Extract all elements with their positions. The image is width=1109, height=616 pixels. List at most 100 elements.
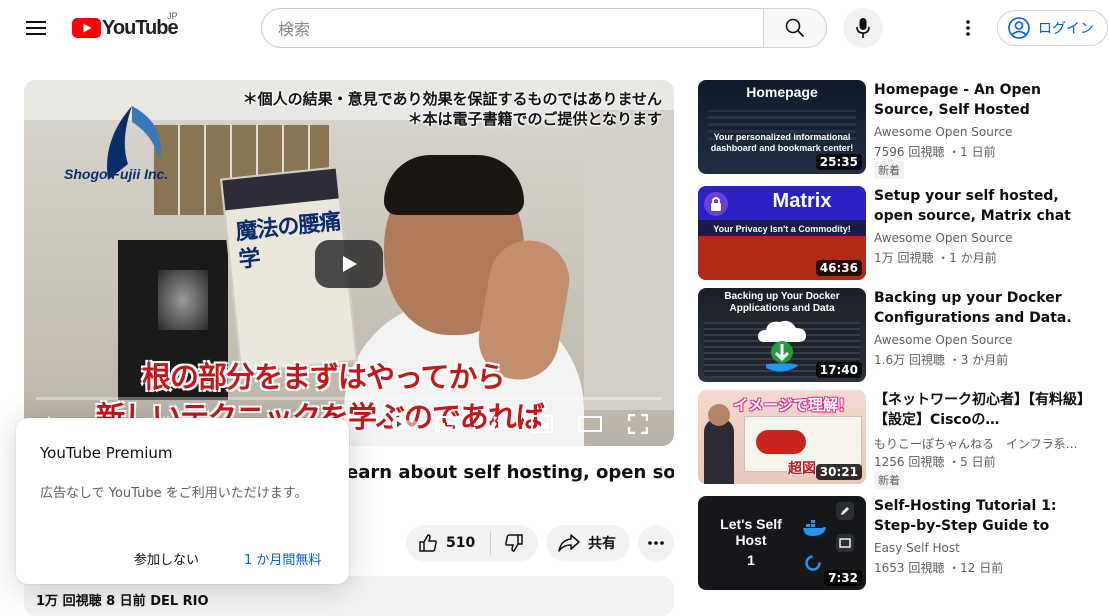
recommended-video[interactable]: Matrix Your Privacy Isn't a Commodity! 4… (698, 186, 1098, 280)
video-thumbnail[interactable]: イメージで理解！ 超図 30:21 (698, 390, 866, 484)
video-meta: 1万 回視聴 ・1 か月前 (874, 251, 997, 265)
settings-button[interactable] (480, 410, 508, 438)
large-play-button[interactable] (315, 240, 383, 288)
like-button[interactable]: 510 (406, 525, 490, 561)
thumb-title: Let's Self Host (720, 516, 782, 548)
popup-description: 広告なしで YouTube をご利用いただけます。 (40, 486, 308, 501)
share-button[interactable]: 共有 (546, 525, 630, 561)
autoplay-toggle[interactable] (390, 410, 418, 438)
guide-menu-button[interactable] (16, 8, 56, 48)
thumb-subtitle: 超図 (788, 460, 816, 476)
thumbs-up-icon (419, 534, 437, 552)
premium-promo-popup: YouTube Premium 広告なしで YouTube をご利用いただけます… (16, 418, 349, 584)
video-thumbnail[interactable]: Matrix Your Privacy Isn't a Commodity! 4… (698, 186, 866, 280)
more-horiz-icon (648, 541, 664, 545)
sign-in-button[interactable]: ログイン (997, 10, 1108, 46)
gear-icon (486, 416, 502, 432)
video-title[interactable]: Homepage - An Open Source, Self Hosted I… (874, 80, 1084, 120)
thumb-subtitle: Your personalized informational dashboar… (710, 132, 854, 153)
fullscreen-icon (628, 414, 648, 434)
share-icon (558, 534, 580, 552)
country-code: JP (167, 11, 178, 21)
hamburger-icon (26, 21, 46, 35)
channel-name[interactable]: Awesome Open Source (874, 125, 1012, 139)
share-label: 共有 (588, 536, 616, 552)
voice-search-button[interactable] (843, 8, 883, 48)
thumb-title: Matrix (772, 190, 832, 212)
video-duration: 25:35 (815, 154, 862, 170)
video-title[interactable]: Setup your self hosted, open source, Mat… (874, 186, 1084, 226)
video-title[interactable]: 【ネットワーク初心者】【有料級】【設定】Ciscoの… (874, 390, 1084, 430)
popup-dismiss-button[interactable]: 参加しない (134, 549, 199, 568)
lock-icon (704, 192, 728, 216)
new-badge: 新着 (874, 161, 904, 179)
account-circle-icon (1008, 17, 1030, 39)
video-duration: 46:36 (815, 260, 862, 276)
recommended-video[interactable]: Homepage Your personalized informational… (698, 80, 1098, 179)
subtitles-button[interactable] (432, 410, 460, 438)
miniplayer-button[interactable] (528, 410, 556, 438)
docker-whale-icon (803, 520, 826, 536)
video-title[interactable]: Backing up your Docker Configurations an… (874, 288, 1084, 328)
thumb-subtitle: 1 (747, 552, 755, 568)
channel-name[interactable]: もりこーぽちゃんねる インフラ系… (874, 435, 1078, 452)
video-title-text: earn about self hosting, open source, (346, 462, 674, 483)
terminal-icon (836, 534, 854, 552)
popup-title: YouTube Premium (40, 444, 173, 462)
sign-in-label: ログイン (1038, 21, 1094, 37)
video-duration: 17:40 (815, 362, 862, 378)
like-count: 510 (446, 535, 476, 551)
thumb-subtitle: Your Privacy Isn't a Commodity! (713, 224, 851, 234)
recommended-video[interactable]: Let's Self Host 1 7:32 Self-Hosting Tuto… (698, 496, 1098, 590)
like-dislike-group: 510 (406, 525, 538, 561)
video-thumbnail[interactable]: Let's Self Host 1 7:32 (698, 496, 866, 590)
more-actions-button[interactable] (638, 525, 674, 561)
recommended-video[interactable]: Backing up Your Docker Applications and … (698, 288, 1098, 382)
thumbs-down-icon (505, 534, 523, 552)
search-icon (785, 18, 805, 38)
popup-free-trial-button[interactable]: 1 か月間無料 (244, 549, 321, 568)
channel-name[interactable]: Awesome Open Source (874, 333, 1012, 347)
pencil-icon (836, 502, 854, 520)
video-title[interactable]: Self-Hosting Tutorial 1: Step-by-Step Gu… (874, 496, 1084, 536)
play-icon (343, 256, 357, 272)
video-thumbnail[interactable]: Homepage Your personalized informational… (698, 80, 866, 174)
video-duration: 7:32 (824, 570, 862, 586)
miniplayer-icon (531, 415, 553, 433)
autoplay-icon (391, 417, 417, 431)
masthead: YouTube JP 検索 ログイン (0, 0, 1109, 56)
search-button[interactable] (763, 8, 827, 48)
video-duration: 30:21 (815, 464, 862, 480)
scene-wall (584, 110, 674, 410)
scene-person-hair (384, 155, 524, 215)
dislike-button[interactable] (491, 533, 537, 553)
theater-icon (578, 416, 602, 432)
theater-mode-button[interactable] (576, 410, 604, 438)
youtube-play-logo-icon (72, 18, 101, 38)
youtube-logo[interactable]: YouTube (72, 16, 179, 40)
caption-line-1: 根の部分をまずはやってから (142, 360, 506, 394)
video-thumbnail[interactable]: Backing up Your Docker Applications and … (698, 288, 866, 382)
thumb-title: Homepage (746, 84, 818, 100)
company-name: Shogo Fujii Inc. (64, 166, 169, 182)
cloud-docker-icon (758, 320, 806, 372)
subtitles-icon (435, 416, 457, 432)
video-meta: 1653 回視聴 ・12 日前 (874, 561, 1004, 575)
disclaimer-line-1: ＊個人の結果・意見であり効果を保証するものではありません (242, 90, 662, 108)
video-meta: 1.6万 回視聴 ・3 か月前 (874, 353, 1009, 367)
channel-name[interactable]: Awesome Open Source (874, 231, 1012, 245)
new-badge: 新着 (874, 471, 904, 489)
disclaimer-line-2: ＊本は電子書籍でのご提供となります (407, 110, 662, 128)
microphone-icon (856, 18, 870, 38)
channel-name[interactable]: Easy Self Host (874, 541, 960, 555)
settings-menu-button[interactable] (948, 8, 988, 48)
video-meta: 7596 回視聴 ・1 日前 (874, 145, 996, 159)
progress-bar[interactable] (36, 397, 662, 400)
recommended-video[interactable]: イメージで理解！ 超図 30:21 【ネットワーク初心者】【有料級】【設定】Ci… (698, 390, 1098, 489)
video-player[interactable]: 魔法の腰痛学 Shogo Fujii Inc. ＊個人の結果・意見であり効果を保… (24, 80, 674, 446)
sync-icon (805, 555, 821, 571)
fullscreen-button[interactable] (624, 410, 652, 438)
search-input[interactable]: 検索 (261, 8, 764, 48)
thumb-title: Backing up Your Docker Applications and … (724, 291, 840, 314)
more-vert-icon (966, 20, 970, 36)
